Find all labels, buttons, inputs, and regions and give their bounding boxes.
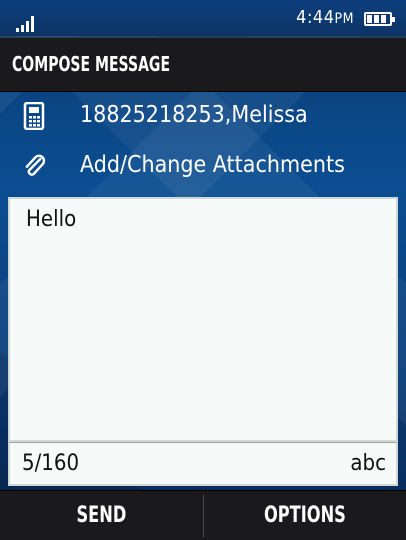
clock-ampm: PM (334, 11, 354, 27)
input-mode-indicator: abc (350, 451, 386, 476)
recipient-text: 18825218253,Melissa (80, 102, 308, 128)
phone-icon (23, 102, 45, 130)
attachments-label: Add/Change Attachments (80, 152, 345, 178)
character-counter: 5/160 (22, 451, 80, 476)
attachments-button[interactable]: Add/Change Attachments (0, 140, 406, 192)
softkey-bar: SEND OPTIONS (0, 490, 406, 540)
options-button[interactable]: OPTIONS (204, 491, 406, 540)
clock: 4:44PM (296, 7, 354, 28)
message-status-row: 5/160 abc (8, 442, 398, 486)
status-bar: 4:44PM (0, 0, 406, 36)
title-bar: COMPOSE MESSAGE (0, 37, 406, 92)
message-body-text: Hello (26, 207, 77, 232)
compose-screen: 4:44PM COMPOSE MESSAGE 18825218253,Melis… (0, 0, 406, 540)
clock-time: 4:44 (296, 7, 335, 28)
options-button-label: OPTIONS (264, 503, 346, 528)
page-title: COMPOSE MESSAGE (12, 52, 171, 76)
send-button-label: SEND (76, 503, 127, 528)
message-body-input[interactable]: Hello (8, 197, 398, 442)
battery-icon (364, 12, 395, 26)
paperclip-icon (25, 154, 46, 176)
signal-bars-icon (16, 14, 38, 32)
send-button[interactable]: SEND (0, 491, 203, 540)
recipient-field[interactable]: 18825218253,Melissa (0, 90, 406, 142)
